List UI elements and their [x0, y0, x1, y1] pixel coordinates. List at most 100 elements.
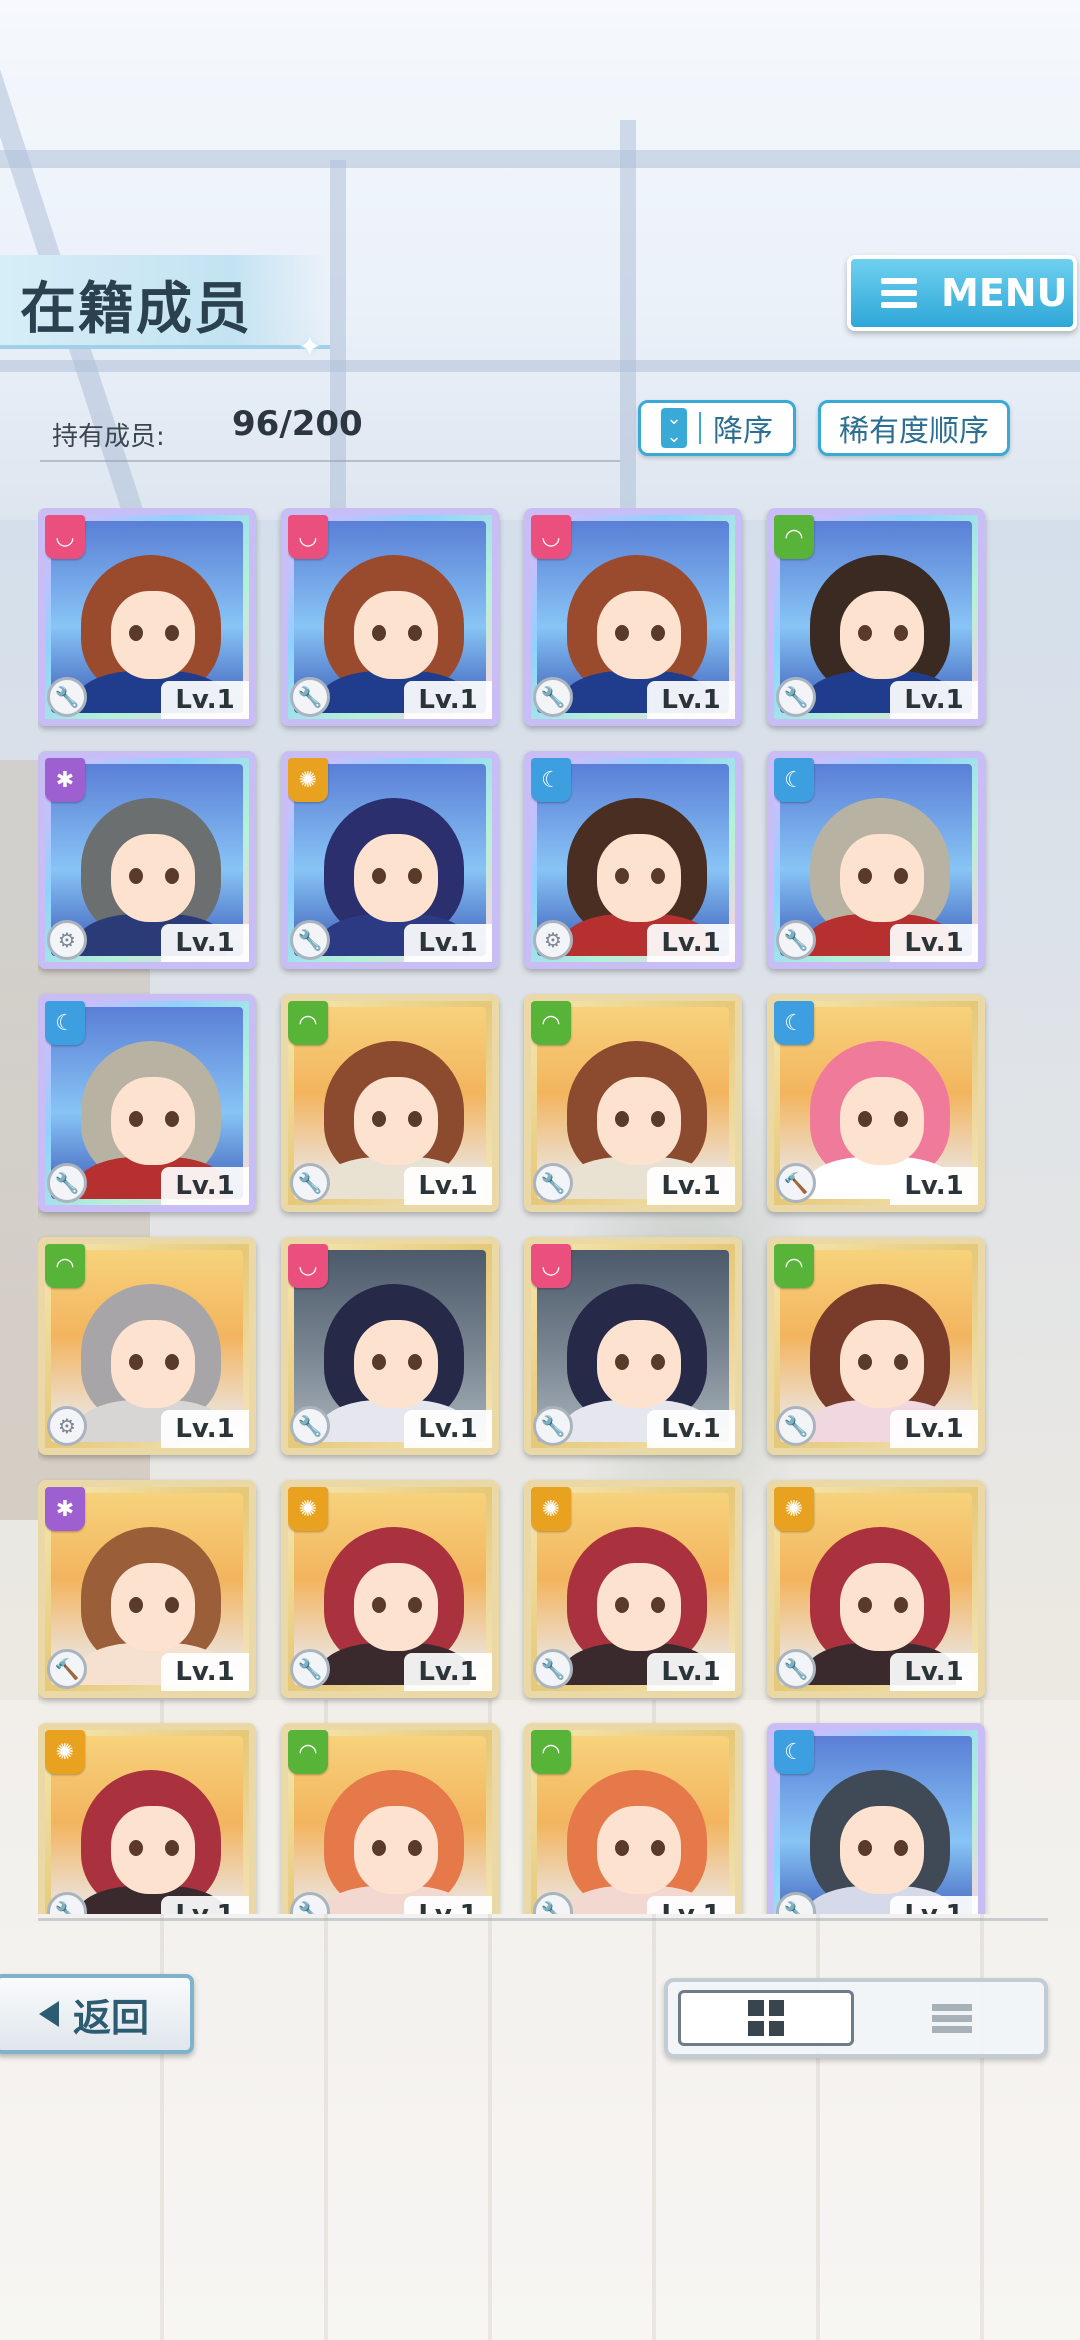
owned-members-count: 96/200: [232, 404, 363, 444]
level-label: Lv.1: [404, 1167, 492, 1205]
wrench-icon: 🔧: [776, 677, 816, 717]
attribute-red-icon: ◡: [288, 1244, 328, 1288]
wrench-icon: 🔧: [290, 1406, 330, 1446]
grid-icon: [748, 2000, 784, 2036]
hamburger-icon: [881, 278, 917, 308]
attribute-blue-icon: ☾: [531, 758, 571, 802]
gear-icon: ⚙: [533, 920, 573, 960]
attribute-purple-icon: ✱: [45, 1487, 85, 1531]
member-card[interactable]: ◠ 🔧 Lv.1: [281, 994, 499, 1212]
attribute-green-icon: ◠: [531, 1001, 571, 1045]
hammer-icon: 🔨: [776, 1163, 816, 1203]
sort-order-label: 降序: [713, 414, 773, 449]
sort-rarity-button[interactable]: 稀有度顺序: [818, 400, 1010, 456]
level-label: Lv.1: [890, 1167, 978, 1205]
member-card[interactable]: ◡ 🔧 Lv.1: [281, 508, 499, 726]
level-label: Lv.1: [404, 1896, 492, 1914]
member-card[interactable]: ☾ 🔧 Lv.1: [767, 751, 985, 969]
member-card[interactable]: ◠ ⚙ Lv.1: [38, 1237, 256, 1455]
attribute-blue-icon: ☾: [774, 1001, 814, 1045]
level-label: Lv.1: [647, 681, 735, 719]
member-card[interactable]: ✺🔧Lv.1: [38, 1723, 256, 1914]
member-card[interactable]: ☾ 🔨 Lv.1: [767, 994, 985, 1212]
menu-button[interactable]: MENU: [847, 255, 1077, 331]
level-label: Lv.1: [161, 1653, 249, 1691]
level-label: Lv.1: [647, 1896, 735, 1914]
attribute-orange-icon: ✺: [288, 1487, 328, 1531]
member-card[interactable]: ✱ 🔨 Lv.1: [38, 1480, 256, 1698]
back-label: 返回: [72, 1995, 149, 2040]
member-card[interactable]: ◠🔧Lv.1: [524, 994, 742, 1212]
attribute-red-icon: ◡: [288, 515, 328, 559]
wrench-icon: 🔧: [290, 1649, 330, 1689]
attribute-orange-icon: ✺: [288, 758, 328, 802]
view-mode-toggle: [664, 1978, 1048, 2058]
attribute-blue-icon: ☾: [774, 758, 814, 802]
sort-rarity-label: 稀有度顺序: [839, 414, 989, 449]
member-card[interactable]: ◡ 🔧 Lv.1: [524, 1237, 742, 1455]
member-card[interactable]: ☾ ⚙ Lv.1: [524, 751, 742, 969]
member-card[interactable]: ◡ 🔧 Lv.1: [524, 508, 742, 726]
divider: [40, 460, 620, 462]
wrench-icon: 🔧: [47, 1163, 87, 1203]
level-label: Lv.1: [647, 1167, 735, 1205]
level-label: Lv.1: [647, 1410, 735, 1448]
level-label: Lv.1: [890, 1410, 978, 1448]
member-card[interactable]: ✺🔧Lv.1: [524, 1480, 742, 1698]
back-arrow-icon: [38, 2001, 59, 2027]
member-card[interactable]: ◠🔧Lv.1: [767, 1237, 985, 1455]
wrench-icon: 🔧: [290, 1163, 330, 1203]
attribute-green-icon: ◠: [288, 1730, 328, 1774]
wrench-icon: 🔧: [290, 920, 330, 960]
attribute-red-icon: ◡: [45, 515, 85, 559]
wrench-icon: 🔧: [533, 1649, 573, 1689]
member-card[interactable]: ◡ 🔧 Lv.1: [38, 508, 256, 726]
attribute-orange-icon: ✺: [45, 1730, 85, 1774]
member-card[interactable]: ☾🔧Lv.1: [38, 994, 256, 1212]
wrench-icon: 🔧: [533, 677, 573, 717]
sparkle-icon: ✦: [298, 330, 322, 363]
level-label: Lv.1: [161, 1167, 249, 1205]
member-card[interactable]: ☾🔧Lv.1: [767, 1723, 985, 1914]
member-card[interactable]: ◠🔧Lv.1: [767, 508, 985, 726]
member-card[interactable]: ◡ 🔧 Lv.1: [281, 1237, 499, 1455]
wrench-icon: 🔧: [776, 1406, 816, 1446]
attribute-red-icon: ◡: [531, 515, 571, 559]
level-label: Lv.1: [161, 924, 249, 962]
wrench-icon: 🔧: [47, 677, 87, 717]
level-label: Lv.1: [890, 1653, 978, 1691]
list-icon: [932, 2000, 972, 2037]
attribute-green-icon: ◠: [531, 1730, 571, 1774]
gear-icon: ⚙: [47, 1406, 87, 1446]
wrench-icon: 🔧: [290, 677, 330, 717]
menu-label: MENU: [941, 271, 1068, 315]
member-card[interactable]: ◠🔧Lv.1: [524, 1723, 742, 1914]
attribute-purple-icon: ✱: [45, 758, 85, 802]
level-label: Lv.1: [890, 924, 978, 962]
level-label: Lv.1: [647, 1653, 735, 1691]
grid-view-button[interactable]: [678, 1990, 854, 2046]
level-label: Lv.1: [890, 1896, 978, 1914]
member-card[interactable]: ✺ 🔧 Lv.1: [281, 1480, 499, 1698]
wrench-icon: 🔧: [776, 920, 816, 960]
member-card[interactable]: ✺🔧Lv.1: [767, 1480, 985, 1698]
divider: [38, 1918, 1048, 1921]
attribute-orange-icon: ✺: [774, 1487, 814, 1531]
attribute-red-icon: ◡: [531, 1244, 571, 1288]
level-label: Lv.1: [404, 1653, 492, 1691]
sort-order-button[interactable]: ⌄ ⌄ 降序: [638, 400, 796, 456]
member-card-grid[interactable]: ◡ 🔧 Lv.1 ◡ 🔧 Lv.1 ◡ 🔧 Lv.1 ◠ 🔧 Lv.1 ✱ ⚙ Lv.1 ✺ 🔧 Lv.1 ☾ ⚙ Lv…: [38, 508, 1048, 1914]
attribute-green-icon: ◠: [45, 1244, 85, 1288]
member-card[interactable]: ✱ ⚙ Lv.1: [38, 751, 256, 969]
level-label: Lv.1: [404, 1410, 492, 1448]
level-label: Lv.1: [161, 1896, 249, 1914]
list-view-button[interactable]: [864, 1990, 1040, 2046]
owned-members-label: 持有成员:: [52, 422, 165, 452]
back-button[interactable]: 返回: [0, 1974, 194, 2054]
attribute-green-icon: ◠: [288, 1001, 328, 1045]
member-card[interactable]: ◠🔧Lv.1: [281, 1723, 499, 1914]
level-label: Lv.1: [161, 681, 249, 719]
member-card[interactable]: ✺🔧Lv.1: [281, 751, 499, 969]
hammer-icon: 🔨: [47, 1649, 87, 1689]
level-label: Lv.1: [161, 1410, 249, 1448]
